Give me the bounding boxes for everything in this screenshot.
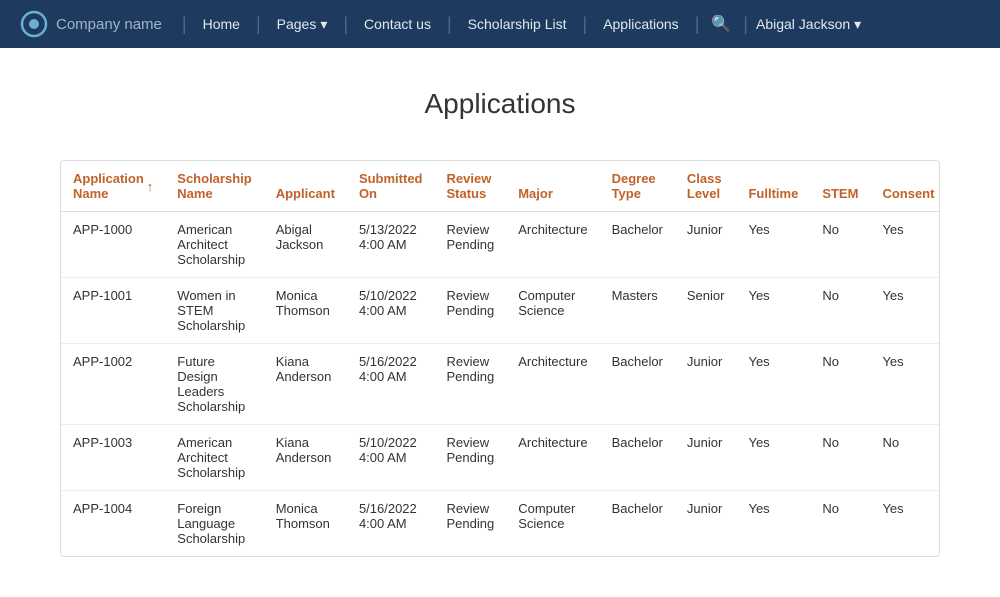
table-row: APP-1001Women in STEM ScholarshipMonica … xyxy=(61,278,940,344)
cell-consent: No xyxy=(870,425,940,491)
col-app-name[interactable]: Application Name ↑ xyxy=(61,161,165,212)
cell-submitted_on: 5/13/2022 4:00 AM xyxy=(347,212,435,278)
cell-app_name: APP-1001 xyxy=(61,278,165,344)
nav-brand[interactable]: Company name xyxy=(20,10,162,38)
cell-applicant: Kiana Anderson xyxy=(264,344,347,425)
cell-stem: No xyxy=(810,212,870,278)
cell-applicant: Abigal Jackson xyxy=(264,212,347,278)
cell-submitted_on: 5/10/2022 4:00 AM xyxy=(347,278,435,344)
cell-fulltime: Yes xyxy=(736,344,810,425)
nav-sep-2: | xyxy=(256,0,261,48)
nav-user[interactable]: Abigal Jackson ▾ xyxy=(756,16,861,33)
cell-degree_type: Masters xyxy=(600,278,675,344)
col-consent: Consent xyxy=(870,161,940,212)
cell-app_name: APP-1004 xyxy=(61,491,165,557)
cell-fulltime: Yes xyxy=(736,278,810,344)
cell-submitted_on: 5/10/2022 4:00 AM xyxy=(347,425,435,491)
cell-major: Architecture xyxy=(506,212,599,278)
cell-review_status: Review Pending xyxy=(435,425,507,491)
cell-review_status: Review Pending xyxy=(435,491,507,557)
table-body: APP-1000American Architect ScholarshipAb… xyxy=(61,212,940,557)
col-submitted-on: Submitted On xyxy=(347,161,435,212)
cell-review_status: Review Pending xyxy=(435,344,507,425)
cell-consent: Yes xyxy=(870,278,940,344)
cell-stem: No xyxy=(810,491,870,557)
cell-degree_type: Bachelor xyxy=(600,212,675,278)
nav-contact[interactable]: Contact us xyxy=(352,0,443,48)
pages-chevron-icon: ▾ xyxy=(320,0,327,48)
cell-major: Architecture xyxy=(506,425,599,491)
cell-stem: No xyxy=(810,425,870,491)
cell-class_level: Junior xyxy=(675,212,737,278)
cell-consent: Yes xyxy=(870,344,940,425)
cell-app_name: APP-1002 xyxy=(61,344,165,425)
col-class-level: Class Level xyxy=(675,161,737,212)
cell-stem: No xyxy=(810,278,870,344)
col-stem: STEM xyxy=(810,161,870,212)
cell-applicant: Kiana Anderson xyxy=(264,425,347,491)
applications-table-container: Application Name ↑ Scholarship Name Appl… xyxy=(60,160,940,557)
cell-class_level: Senior xyxy=(675,278,737,344)
col-degree-type: Degree Type xyxy=(600,161,675,212)
cell-class_level: Junior xyxy=(675,491,737,557)
cell-class_level: Junior xyxy=(675,344,737,425)
search-icon[interactable]: 🔍 xyxy=(703,14,739,34)
nav-sep-4: | xyxy=(447,0,452,48)
user-chevron-icon: ▾ xyxy=(854,16,861,33)
nav-sep-6: | xyxy=(695,0,700,48)
cell-applicant: Monica Thomson xyxy=(264,491,347,557)
col-scholarship-name: Scholarship Name xyxy=(165,161,263,212)
cell-review_status: Review Pending xyxy=(435,212,507,278)
nav-scholarship-list[interactable]: Scholarship List xyxy=(456,0,579,48)
cell-scholarship_name: Future Design Leaders Scholarship xyxy=(165,344,263,425)
cell-scholarship_name: Women in STEM Scholarship xyxy=(165,278,263,344)
col-applicant: Applicant xyxy=(264,161,347,212)
cell-fulltime: Yes xyxy=(736,491,810,557)
cell-applicant: Monica Thomson xyxy=(264,278,347,344)
main-content: Applications Application Name ↑ Scholars… xyxy=(0,48,1000,597)
nav-home[interactable]: Home xyxy=(191,0,252,48)
cell-major: Architecture xyxy=(506,344,599,425)
brand-icon xyxy=(20,10,48,38)
nav-applications[interactable]: Applications xyxy=(591,0,691,48)
cell-scholarship_name: American Architect Scholarship xyxy=(165,425,263,491)
cell-scholarship_name: American Architect Scholarship xyxy=(165,212,263,278)
col-review-status: Review Status xyxy=(435,161,507,212)
navbar: Company name | Home | Pages ▾ | Contact … xyxy=(0,0,1000,48)
sort-icon: ↑ xyxy=(147,179,154,194)
cell-degree_type: Bachelor xyxy=(600,491,675,557)
cell-scholarship_name: Foreign Language Scholarship xyxy=(165,491,263,557)
cell-consent: Yes xyxy=(870,491,940,557)
table-row: APP-1003American Architect ScholarshipKi… xyxy=(61,425,940,491)
nav-sep-1: | xyxy=(182,0,187,48)
cell-fulltime: Yes xyxy=(736,212,810,278)
cell-degree_type: Bachelor xyxy=(600,425,675,491)
cell-fulltime: Yes xyxy=(736,425,810,491)
col-fulltime: Fulltime xyxy=(736,161,810,212)
cell-major: Computer Science xyxy=(506,278,599,344)
table-row: APP-1004Foreign Language ScholarshipMoni… xyxy=(61,491,940,557)
cell-app_name: APP-1000 xyxy=(61,212,165,278)
cell-submitted_on: 5/16/2022 4:00 AM xyxy=(347,344,435,425)
nav-sep-3: | xyxy=(343,0,348,48)
table-row: APP-1000American Architect ScholarshipAb… xyxy=(61,212,940,278)
cell-review_status: Review Pending xyxy=(435,278,507,344)
cell-submitted_on: 5/16/2022 4:00 AM xyxy=(347,491,435,557)
table-header: Application Name ↑ Scholarship Name Appl… xyxy=(61,161,940,212)
cell-major: Computer Science xyxy=(506,491,599,557)
nav-sep-5: | xyxy=(583,0,588,48)
cell-class_level: Junior xyxy=(675,425,737,491)
cell-degree_type: Bachelor xyxy=(600,344,675,425)
applications-table: Application Name ↑ Scholarship Name Appl… xyxy=(61,161,940,556)
nav-pages[interactable]: Pages ▾ xyxy=(265,0,340,48)
table-row: APP-1002Future Design Leaders Scholarshi… xyxy=(61,344,940,425)
nav-sep-7: | xyxy=(743,0,748,48)
cell-stem: No xyxy=(810,344,870,425)
col-major: Major xyxy=(506,161,599,212)
brand-name: Company name xyxy=(56,16,162,33)
cell-consent: Yes xyxy=(870,212,940,278)
page-title: Applications xyxy=(60,88,940,120)
cell-app_name: APP-1003 xyxy=(61,425,165,491)
